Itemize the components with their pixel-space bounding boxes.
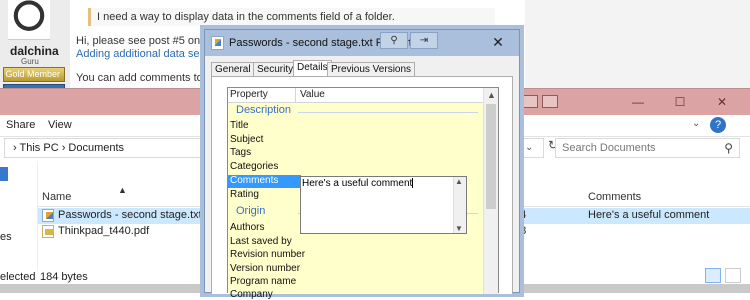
- tab-share[interactable]: Share: [6, 119, 35, 131]
- file-comment: Here's a useful comment: [588, 209, 710, 221]
- column-header-comments[interactable]: Comments: [588, 191, 641, 203]
- tab-security[interactable]: Security: [253, 62, 298, 76]
- property-rating[interactable]: Rating: [230, 189, 259, 200]
- pdf-file-icon: [42, 225, 54, 238]
- property-list[interactable]: Property Value Description Title Subject…: [227, 87, 499, 300]
- chevron-down-icon[interactable]: ▼: [455, 224, 463, 233]
- tab-details[interactable]: Details: [293, 60, 332, 77]
- close-button[interactable]: ✕: [704, 93, 740, 111]
- navigation-pane[interactable]: es: [0, 161, 38, 271]
- column-header-name[interactable]: Name: [42, 191, 71, 203]
- pin-icon[interactable]: [0, 167, 8, 181]
- property-revision-number[interactable]: Revision number: [230, 249, 305, 260]
- properties-dialog: Passwords - second stage.txt Properties …: [204, 29, 520, 300]
- details-view-icon[interactable]: [705, 268, 721, 283]
- tab-general[interactable]: General: [211, 62, 255, 76]
- search-input[interactable]: Search Documents ⚲: [555, 138, 740, 158]
- tab-previous-versions[interactable]: Previous Versions: [327, 62, 416, 76]
- comment-value: Here's a useful comment: [302, 178, 413, 189]
- column-divider[interactable]: [295, 88, 296, 103]
- file-name[interactable]: Thinkpad_t440.pdf: [58, 225, 149, 237]
- chevron-up-icon[interactable]: ▲: [484, 88, 499, 103]
- comment-value-field[interactable]: Here's a useful comment ▲ ▼: [300, 176, 467, 234]
- text-file-icon: [211, 36, 224, 50]
- forum-sidebar: [525, 0, 750, 100]
- property-title[interactable]: Title: [230, 120, 249, 131]
- search-icon[interactable]: ⚲: [724, 141, 733, 155]
- quote-box: I need a way to display data in the comm…: [88, 8, 495, 26]
- quick-access-icon[interactable]: [522, 95, 538, 108]
- property-company[interactable]: Company: [230, 289, 273, 300]
- column-header-value[interactable]: Value: [300, 89, 325, 100]
- details-panel: Property Value Description Title Subject…: [211, 76, 513, 300]
- rank-badge: Gold Member: [3, 67, 65, 82]
- comment-value-text: Here's a useful comment: [302, 178, 414, 189]
- property-authors[interactable]: Authors: [230, 222, 264, 233]
- divider: [298, 112, 478, 113]
- help-icon[interactable]: ?: [710, 117, 726, 133]
- username[interactable]: dalchina: [10, 44, 59, 58]
- property-version-number[interactable]: Version number: [230, 263, 300, 274]
- comment-scrollbar[interactable]: ▲ ▼: [453, 177, 466, 233]
- text-file-icon: [42, 209, 54, 222]
- status-selected: elected: [0, 271, 36, 283]
- close-button[interactable]: ✕: [483, 32, 513, 52]
- dialog-title-bar[interactable]: Passwords - second stage.txt Properties …: [205, 30, 519, 56]
- property-tags[interactable]: Tags: [230, 147, 251, 158]
- text-caret: [412, 178, 414, 189]
- tab-view[interactable]: View: [48, 119, 72, 131]
- window-tool-icon[interactable]: ⇥: [410, 32, 438, 49]
- user-title: Guru: [21, 57, 39, 66]
- section-origin: Origin: [236, 205, 266, 217]
- sort-up-icon: ▲: [118, 185, 127, 195]
- quick-access-icon[interactable]: [542, 95, 558, 108]
- chevron-down-icon[interactable]: ⌄: [692, 118, 700, 129]
- property-categories[interactable]: Categories: [230, 161, 278, 172]
- status-size: 184 bytes: [40, 271, 88, 283]
- property-program-name[interactable]: Program name: [230, 276, 296, 287]
- nav-item-label[interactable]: es: [0, 231, 12, 243]
- column-header-property[interactable]: Property: [230, 89, 268, 100]
- user-panel: dalchina Guru Gold Member: [0, 0, 70, 100]
- large-icons-view-icon[interactable]: [725, 268, 741, 283]
- minimize-button[interactable]: —: [620, 93, 656, 111]
- scrollbar-thumb[interactable]: [486, 104, 496, 209]
- chevron-up-icon[interactable]: ▲: [455, 177, 463, 186]
- file-name[interactable]: Passwords - second stage.txt: [58, 209, 202, 221]
- maximize-button[interactable]: ☐: [662, 93, 698, 111]
- breadcrumb[interactable]: › This PC › Documents: [13, 142, 124, 154]
- chevron-down-icon[interactable]: ⌄: [525, 142, 533, 153]
- avatar[interactable]: [8, 0, 50, 40]
- property-last-saved-by[interactable]: Last saved by: [230, 236, 292, 247]
- window-tool-icon[interactable]: ⚲: [380, 32, 408, 49]
- property-scrollbar[interactable]: ▲: [483, 88, 498, 294]
- property-list-header: Property Value: [228, 88, 483, 103]
- section-description: Description: [236, 104, 292, 116]
- search-placeholder: Search Documents: [562, 142, 656, 154]
- property-comments[interactable]: Comments: [228, 175, 301, 188]
- property-subject[interactable]: Subject: [230, 134, 263, 145]
